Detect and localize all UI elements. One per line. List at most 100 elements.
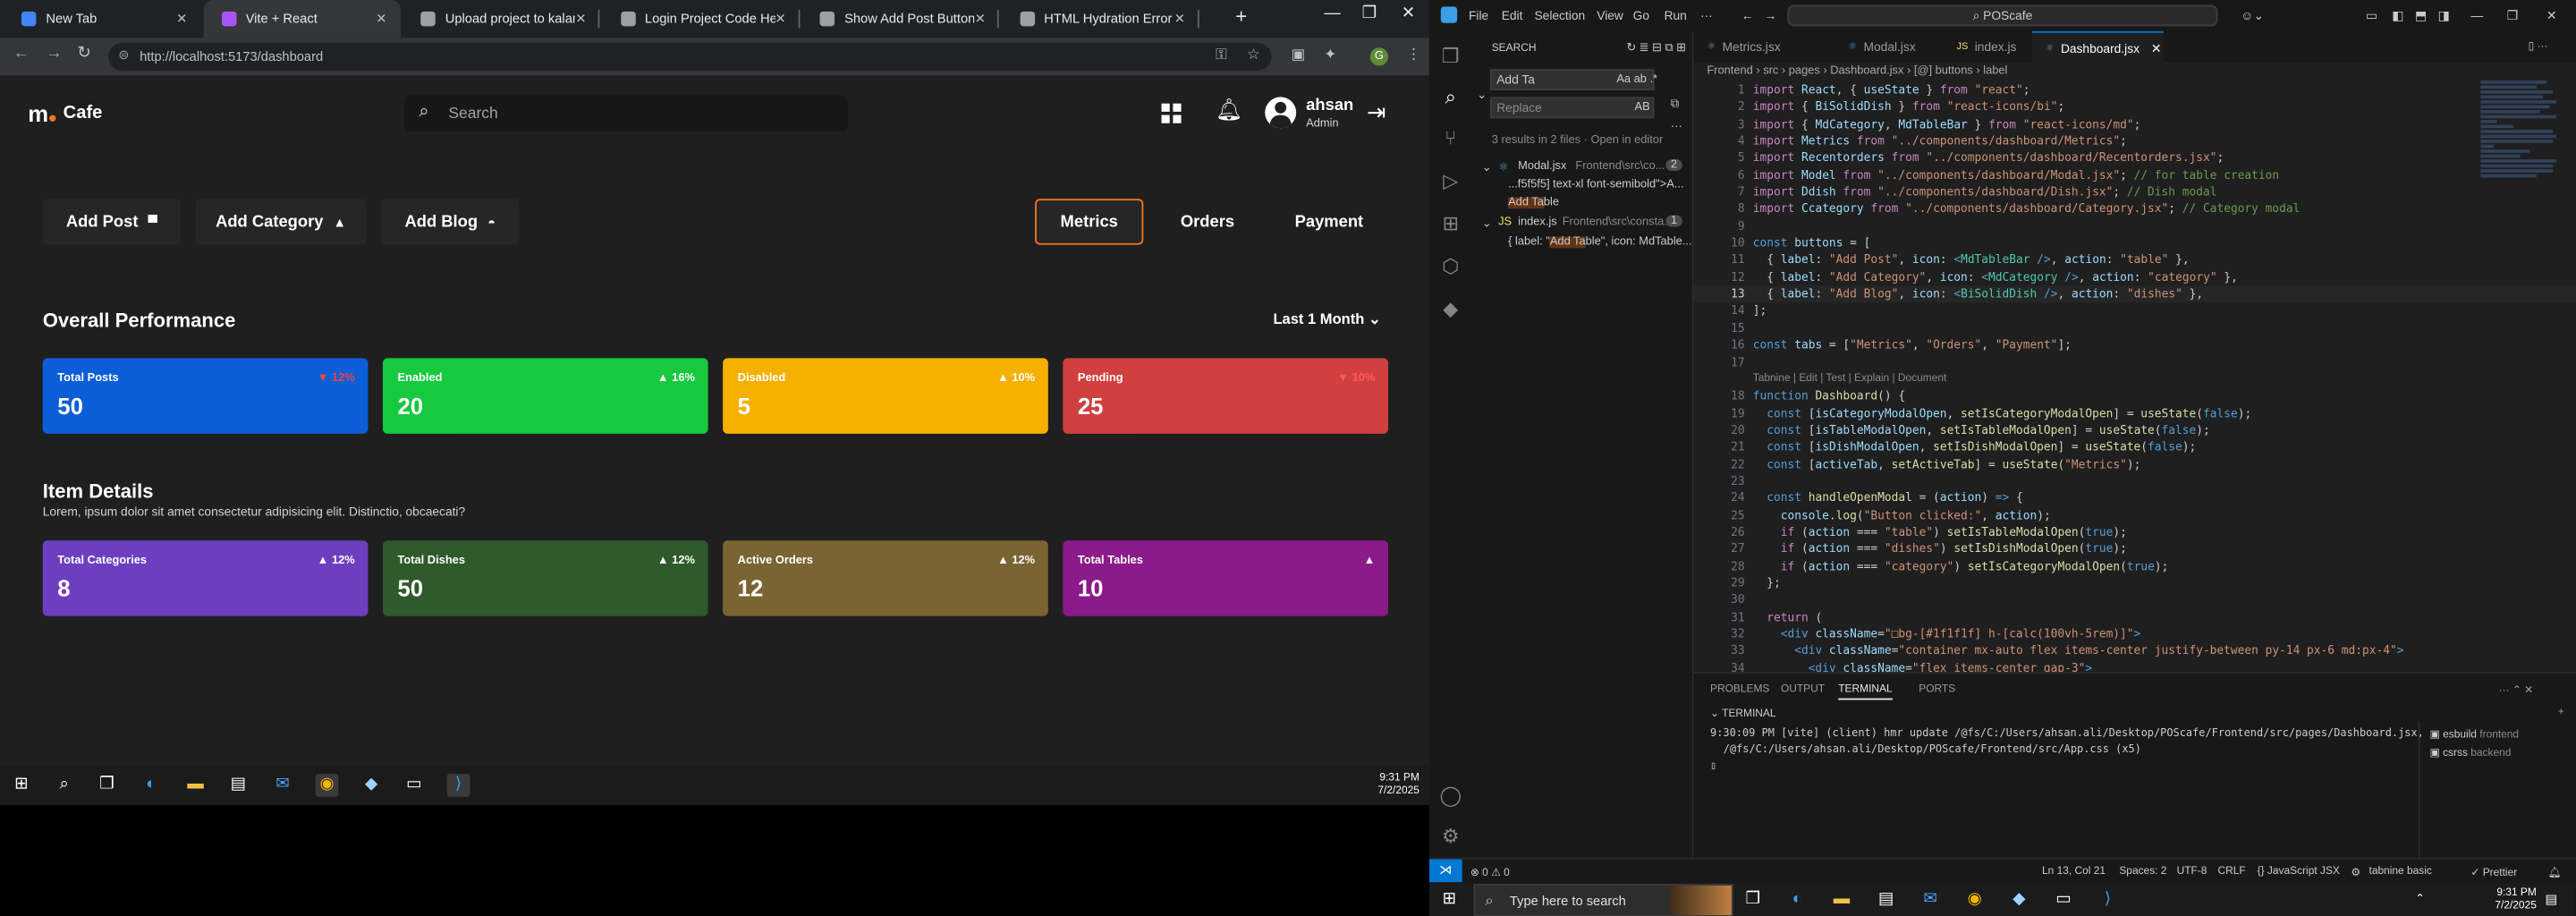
task-view-icon[interactable]: ❒ <box>1741 889 1765 912</box>
taskbar-clock[interactable]: 9:31 PM 7/2/2025 <box>2495 887 2536 913</box>
edge-icon[interactable]: ◐ <box>140 774 163 797</box>
password-key-icon[interactable]: ⚿ <box>1216 46 1227 64</box>
panel-tab-problems[interactable]: PROBLEMS <box>1710 683 1769 695</box>
menu-selection[interactable]: Selection <box>1534 8 1585 23</box>
result-file-chevron-icon[interactable]: ⌄ <box>1482 161 1492 174</box>
dashboard-tab-metrics[interactable]: Metrics <box>1035 199 1144 245</box>
menu-view[interactable]: View <box>1597 8 1623 23</box>
stat-card-total-tables[interactable]: Total Tables 10 ▲ <box>1063 540 1389 616</box>
editor-tab-dashboard[interactable]: ⚛ Dashboard.jsx ✕ <box>2031 30 2164 63</box>
mail-icon[interactable]: ✉ <box>1919 889 1942 912</box>
browser-tab[interactable]: Show Add Post Button ✕ <box>801 0 999 38</box>
terminal-item-esbuild[interactable]: ▣ esbuild frontend <box>2429 728 2519 741</box>
system-tray-icons[interactable]: ⌃ ▭ ◖ ◗ <box>2409 889 2432 912</box>
search-actions-icon[interactable]: ↻ ≣ ⊟ ⧉ ⊞ <box>1626 41 1686 56</box>
action-button-add-blog[interactable]: Add Blog ◓ <box>381 199 520 245</box>
taskbar-search-icon[interactable]: ⌕ <box>53 774 76 797</box>
address-url[interactable]: http://localhost:5173/dashboard <box>140 49 323 64</box>
panel-tab-terminal[interactable]: TERMINAL <box>1838 683 1893 700</box>
line-ending[interactable]: CRLF <box>2218 866 2246 878</box>
tab-close-icon[interactable]: ✕ <box>575 12 586 27</box>
browser-tab[interactable]: Login Project Code Help ✕ <box>602 0 800 38</box>
browser-tab[interactable]: HTML Hydration Error Fix✕ <box>1001 0 1199 38</box>
vscode-close-icon[interactable]: ✕ <box>2546 8 2557 23</box>
tabnine-icon[interactable]: ◆ <box>1439 297 1462 320</box>
panel-toggle-icon[interactable]: ⬒ <box>2415 8 2427 23</box>
search-summary[interactable]: 3 results in 2 files · Open in editor <box>1492 135 1664 147</box>
tab-close-icon[interactable]: ✕ <box>975 12 986 27</box>
result-file-index[interactable]: index.js <box>1518 216 1557 228</box>
vscode-maximize-icon[interactable]: ❐ <box>2507 8 2518 23</box>
encoding[interactable]: UTF-8 <box>2177 866 2207 878</box>
minimize-icon[interactable]: — <box>1324 5 1340 23</box>
nav-forward-icon[interactable]: → <box>1765 8 1777 23</box>
bookmark-star-icon[interactable]: ☆ <box>1247 46 1260 64</box>
remote-explorer-icon[interactable]: ⬡ <box>1439 255 1462 278</box>
profile-avatar-icon[interactable]: G <box>1369 47 1389 66</box>
file-explorer-icon[interactable]: ▬ <box>184 774 208 797</box>
accounts-icon[interactable]: ◯ <box>1439 784 1462 807</box>
editor-tab-modal[interactable]: ⚛ Modal.jsx <box>1835 31 1944 63</box>
result-file-modal[interactable]: Modal.jsx <box>1518 161 1566 173</box>
minimap[interactable] <box>2480 80 2563 212</box>
vscode-minimize-icon[interactable]: — <box>2470 8 2483 23</box>
browser-tab[interactable]: Vite + React ✕ <box>202 0 401 38</box>
notifications-bell-icon[interactable]: 🔔︎ <box>2548 866 2562 879</box>
gear-icon[interactable]: ⚙ <box>2351 866 2360 879</box>
tabnine-status[interactable]: tabnine basic <box>2369 866 2432 878</box>
new-tab-button[interactable]: + <box>1235 5 1247 29</box>
browser-tab[interactable]: New Tab ✕ <box>4 0 200 38</box>
tab-close-icon[interactable]: ✕ <box>176 12 187 27</box>
tab-close-icon[interactable]: ✕ <box>775 12 786 27</box>
stat-card-enabled[interactable]: Enabled 20 ▲ 16% <box>382 358 708 434</box>
run-debug-icon[interactable]: ▷ <box>1439 169 1462 192</box>
panel-tab-output[interactable]: OUTPUT <box>1781 683 1825 695</box>
vscode-alt-icon[interactable]: ◆ <box>360 774 383 797</box>
dashboard-tab-orders[interactable]: Orders <box>1153 199 1261 244</box>
layout-toggle-icon[interactable]: ▭ <box>2366 8 2377 23</box>
browser-tab[interactable]: Upload project to kalams.org✕ <box>402 0 600 38</box>
forward-icon[interactable]: → <box>46 45 62 63</box>
language-mode[interactable]: {} JavaScript JSX <box>2258 866 2340 878</box>
terminal-item-csrss[interactable]: ▣ csrss backend <box>2429 746 2511 759</box>
indentation[interactable]: Spaces: 2 <box>2119 866 2166 878</box>
taskbar-clock[interactable]: 9:31 PM 7/2/2025 <box>1377 772 1419 798</box>
vscode-taskbar-icon[interactable]: ⟩ <box>2097 889 2120 912</box>
maximize-icon[interactable]: ❐ <box>1362 5 1377 23</box>
menu-file[interactable]: File <box>1469 8 1488 23</box>
tabnine-codelens[interactable]: Tabnine | Edit | Test | Explain | Docume… <box>1694 371 2576 388</box>
stat-card-total-dishes[interactable]: Total Dishes 50 ▲ 12% <box>382 540 708 616</box>
replace-all-icon[interactable]: AB <box>1635 102 1650 114</box>
terminal-add-icon[interactable]: + <box>2558 707 2564 718</box>
close-tab-icon[interactable]: ✕ <box>2151 40 2162 55</box>
stat-card-active-orders[interactable]: Active Orders 12 ▲ 12% <box>723 540 1048 616</box>
result-line[interactable]: ...f5f5f5] text-xl font-semibold">A... <box>1508 179 1683 191</box>
menu-more[interactable]: ··· <box>1700 8 1713 23</box>
extension-icon[interactable]: ▣ <box>1292 46 1306 64</box>
chrome-taskbar-icon[interactable]: ◉ <box>315 774 339 797</box>
editor-tab-metrics[interactable]: ⚛ Metrics.jsx <box>1694 31 1835 63</box>
edge-icon[interactable]: ◐ <box>1785 889 1809 912</box>
problems-count[interactable]: ⊗ 0 ⚠ 0 <box>1470 866 1510 879</box>
code-content[interactable]: 1 import React, { useState } from "react"… <box>1693 82 2576 677</box>
mail-icon[interactable]: ✉ <box>271 774 294 797</box>
tab-close-icon[interactable]: ✕ <box>376 12 386 27</box>
terminal-icon[interactable]: ▭ <box>2052 889 2075 912</box>
address-bar[interactable]: ⊜ http://localhost:5173/dashboard <box>108 42 1272 71</box>
taskbar-search-box[interactable]: ⌕ Type here to search <box>1473 884 1733 916</box>
result-line[interactable]: { label: "Add Table", icon: MdTable... <box>1508 236 1692 249</box>
close-window-icon[interactable]: ✕ <box>1402 5 1415 23</box>
windows-start-icon[interactable]: ⊞ <box>10 774 33 797</box>
source-control-icon[interactable]: ⑂ <box>1439 126 1462 149</box>
secondary-sidebar-icon[interactable]: ◨ <box>2438 8 2450 23</box>
store-icon[interactable]: ▤ <box>226 774 250 797</box>
panel-tab-ports[interactable]: PORTS <box>1919 683 1955 695</box>
terminal-chevron-icon[interactable]: ⌄ <box>1710 708 1719 720</box>
nav-back-icon[interactable]: ← <box>1741 8 1754 23</box>
stat-card-total-categories[interactable]: Total Categories 8 ▲ 12% <box>42 540 369 616</box>
chrome-taskbar-icon[interactable]: ◉ <box>1963 889 1987 912</box>
result-line[interactable]: Add Table <box>1508 197 1559 209</box>
explorer-icon[interactable]: ❐ <box>1439 45 1462 68</box>
cursor-position[interactable]: Ln 13, Col 21 <box>2042 866 2106 878</box>
result-file-chevron-icon[interactable]: ⌄ <box>1482 216 1492 230</box>
